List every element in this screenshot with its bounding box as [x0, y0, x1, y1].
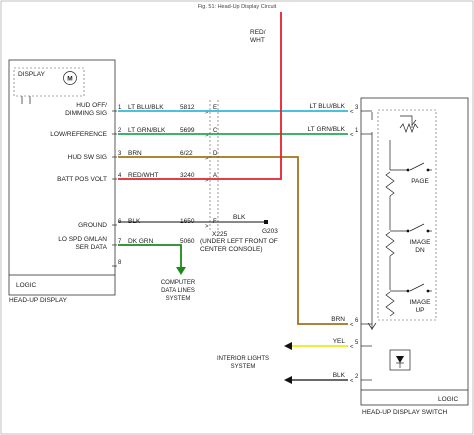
hud-wire-color-label: LT GRN/BLK	[128, 127, 166, 134]
hud-circuit-row: HUD OFF/DIMMING SIG1 LT BLU/BLK 5812 E>	[65, 102, 217, 117]
hud-circuit-label: LOW/REFERENCE	[50, 131, 107, 138]
ground-g203: BLK X225 G203 (UNDER LEFT FRONT OF CENTER…	[200, 214, 278, 253]
switch-button: IMAGE UP	[390, 283, 432, 314]
hud-circuit-number: 5812	[180, 104, 195, 111]
ground-connector-label: X225	[212, 231, 228, 238]
switch-pin-row: BRN <6	[331, 316, 372, 329]
connector-chevron-icon: <	[350, 379, 354, 385]
ground-location-label: (UNDER LEFT FRONT OF CENTER CONSOLE)	[200, 238, 278, 253]
hud-wire-color-label: LT BLU/BLK	[128, 104, 164, 111]
switch-pin-row: LT BLU/BLK <3	[309, 103, 372, 116]
switch-wire-color-label: YEL	[333, 338, 346, 345]
switch-button: IMAGE DN	[390, 223, 432, 254]
switch-pin-row: YEL <5	[333, 338, 372, 351]
ground-wire-label: BLK	[233, 214, 246, 221]
switch-button-group: PAGE IMAGE DN IMAGE UP	[390, 162, 432, 314]
switch-pin-number: 1	[355, 128, 359, 134]
hud-circuit-label: HUD SW SIG	[68, 154, 107, 161]
hud-circuit-label: LO SPD GMLAN SER DATA	[58, 236, 107, 251]
hud-circuit-row: HUD SW SIG 3 BRN 6/22 D>	[68, 150, 218, 162]
hud-wire-color-label: DK GRN	[128, 238, 154, 245]
arrow-left-icon	[284, 342, 292, 350]
hud-wire-color-label: BRN	[128, 150, 142, 157]
switch-wire-color-label: BRN	[331, 316, 345, 323]
wire-dk-grn	[118, 244, 182, 270]
switch-pin-number: 6	[355, 318, 359, 324]
switch-logic-label: LOGIC	[438, 396, 459, 403]
hud-circuit-number: 5060	[180, 238, 195, 245]
connector-chevron-icon: <	[350, 323, 354, 329]
arrow-down-icon	[176, 267, 186, 275]
switch-pin-number: 5	[355, 340, 359, 346]
switch-wire-color-label: LT GRN/BLK	[308, 126, 346, 133]
hud-circuit-number: 3240	[180, 172, 195, 179]
hud-switch: LOGIC HEAD-UP DISPLAY SWITCH	[360, 97, 469, 416]
connector-chevron-icon: <	[350, 345, 354, 351]
hud-circuit-row: 8	[112, 260, 122, 267]
switch-pin-row: LT GRN/BLK <1	[308, 126, 372, 139]
arrow-left-icon	[284, 376, 292, 384]
hud-circuit-row: GROUND 6 BLK 1650 F>	[78, 218, 217, 230]
connector-chevron-icon: <	[350, 133, 354, 139]
switch-pin-number: 2	[355, 374, 359, 380]
hud-logic-label: LOGIC	[16, 282, 37, 289]
interior-lights: INTERIOR LIGHTS SYSTEM	[217, 349, 411, 371]
hud-circuit-row: LOW/REFERENCE 2 LT GRN/BLK 5699 C>	[50, 127, 218, 139]
hud-circuit-label: BATT POS VOLT	[57, 176, 107, 183]
switch-caption: HEAD-UP DISPLAY SWITCH	[362, 409, 448, 416]
connector-chevron-icon: >	[205, 224, 209, 230]
hud-circuit-label: GROUND	[78, 222, 107, 229]
potentiometer-icon	[399, 123, 419, 133]
switch-button: PAGE	[390, 162, 432, 185]
head-up-display-circuit-diagram: Fig. 51: Head-Up Display Circuit DISPLAY…	[0, 0, 474, 435]
switch-button-label: PAGE	[411, 178, 429, 185]
switch-pin-number: 3	[355, 105, 359, 111]
ground-id-label: G203	[262, 228, 278, 235]
connector-chevron-icon: <	[350, 110, 354, 116]
motor-symbol: M	[67, 76, 72, 83]
hud-circuit-label: HUD OFF/DIMMING SIG	[65, 102, 107, 117]
switch-pin-row: BLK <2	[333, 372, 372, 385]
hud-circuit-number: 5699	[180, 127, 195, 134]
hud-pin-number: 8	[118, 260, 122, 266]
switch-button-label: IMAGE UP	[410, 299, 432, 314]
hud-circuit-list: HUD OFF/DIMMING SIG1 LT BLU/BLK 5812 E>LOW/…	[50, 102, 218, 267]
top-wire-label: RED/ WHT	[250, 29, 267, 44]
data-lines-label: COMPUTER DATA LINES SYSTEM	[161, 280, 196, 302]
hud-circuit-row: BATT POS VOLT 4 RED/WHT 3240 A>	[57, 172, 217, 184]
wire-group	[118, 12, 348, 384]
led-icon	[396, 356, 404, 363]
figure-title: Fig. 51: Head-Up Display Circuit	[198, 4, 277, 10]
ground-terminal-icon	[264, 220, 268, 224]
hud-circuit-row: LO SPD GMLAN SER DATA7 DK GRN 5060	[58, 236, 195, 251]
switch-button-label: IMAGE DN	[410, 239, 432, 254]
switch-pin-list: LT BLU/BLK <3 LT GRN/BLK <1 BRN <6 YEL <5 BLK <2	[308, 103, 372, 385]
hud-circuit-number: 6/22	[180, 150, 193, 157]
hud-wire-color-label: RED/WHT	[128, 172, 158, 179]
switch-wire-color-label: LT BLU/BLK	[309, 103, 345, 110]
interior-lights-label: INTERIOR LIGHTS SYSTEM	[217, 356, 269, 370]
display-label: DISPLAY	[18, 71, 46, 78]
switch-wire-color-label: BLK	[333, 372, 346, 379]
resistor-ladder-icon	[385, 140, 395, 317]
hud-caption: HEAD-UP DISPLAY	[9, 297, 68, 304]
